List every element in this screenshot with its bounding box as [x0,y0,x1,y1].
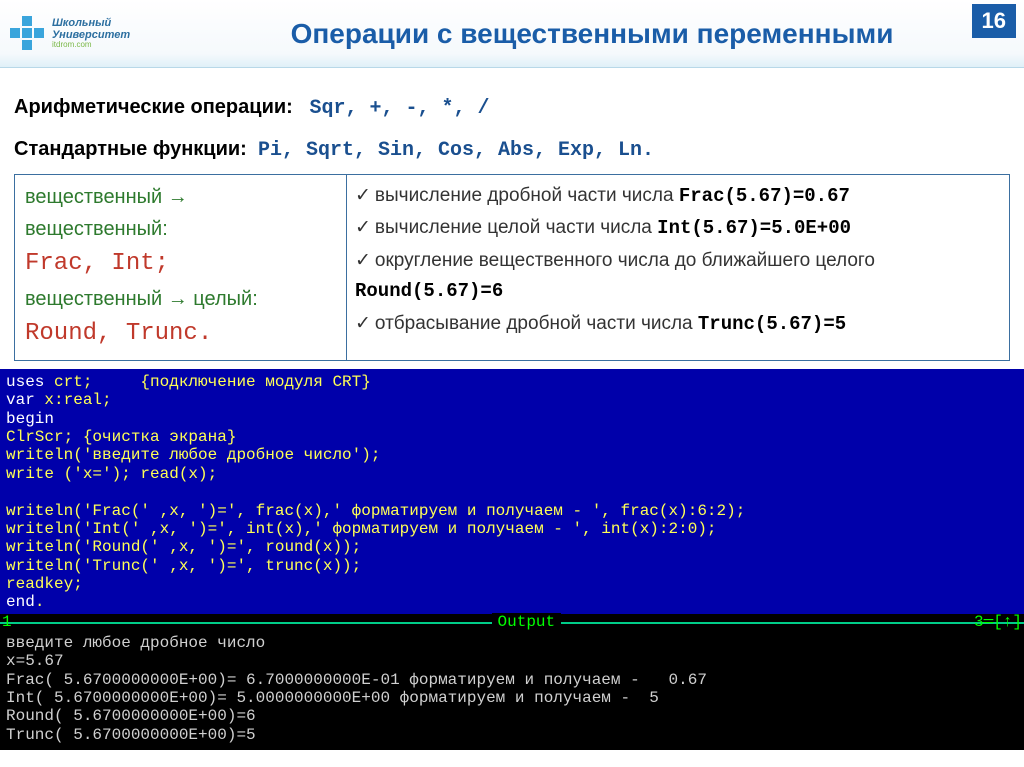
check-icon: ✓ [355,185,371,206]
output-col-left: 1 [2,613,12,631]
std-fns-line: Стандартные функции: Pi, Sqrt, Sin, Cos,… [14,132,1010,168]
conversion-left-column: вещественный → вещественный: Frac, Int; … [15,175,347,360]
logo-text: Школьный Университет itdrom.com [52,17,130,50]
trunc-desc: отбрасывание дробной части числа [375,313,698,334]
output-label: Output [492,613,562,631]
frac-example: Frac(5.67)=0.67 [679,185,850,207]
conv-real-real-fns: Frac, Int; [25,245,336,283]
check-icon: ✓ [355,217,371,238]
logo-icon [10,16,46,52]
std-label: Стандартные функции: [14,138,247,160]
bullet-frac: ✓вычисление дробной части числа Frac(5.6… [355,181,1001,211]
slide-number-badge: 16 [972,4,1016,38]
arith-ops-list: Sqr, +, -, *, / [310,97,490,120]
arith-ops-line: Арифметические операции: Sqr, +, -, *, / [14,90,1010,126]
int-desc: вычисление целой части числа [375,217,657,238]
bullet-trunc: ✓отбрасывание дробной части числа Trunc(… [355,309,1001,339]
source-code-panel: uses crt; {подключение модуля CRT} var x… [0,369,1024,614]
int-example: Int(5.67)=5.0E+00 [657,217,851,239]
conversion-right-column: ✓вычисление дробной части числа Frac(5.6… [347,175,1009,360]
round-example: Round(5.67)=6 [355,280,503,302]
conv-real-int-fns: Round, Trunc. [25,315,336,353]
round-desc: округление вещественного числа до ближай… [375,250,875,271]
conversion-table: вещественный → вещественный: Frac, Int; … [14,174,1010,361]
program-output-panel: введите любое дробное число x=5.67 Frac(… [0,632,1024,750]
output-divider: 1 Output 3═[↑] [0,614,1024,632]
check-icon: ✓ [355,250,371,271]
conv-real-real-label: вещественный → вещественный: [25,181,336,245]
arith-label: Арифметические операции: [14,96,293,118]
logo: Школьный Университет itdrom.com [10,5,160,63]
page-title: Операции с вещественными переменными [160,18,1024,50]
conv-real-int-label: вещественный → целый: [25,283,336,315]
check-icon: ✓ [355,313,371,334]
trunc-example: Trunc(5.67)=5 [698,313,846,335]
bullet-int: ✓вычисление целой части числа Int(5.67)=… [355,213,1001,243]
frac-desc: вычисление дробной части числа [375,185,679,206]
output-col-right: 3═[↑] [974,613,1022,631]
std-fns-list: Pi, Sqrt, Sin, Cos, Abs, Exp, Ln. [258,139,654,162]
content-top: Арифметические операции: Sqr, +, -, *, /… [0,68,1024,369]
bullet-round: ✓округление вещественного числа до ближа… [355,246,1001,307]
slide-header: Школьный Университет itdrom.com Операции… [0,0,1024,68]
